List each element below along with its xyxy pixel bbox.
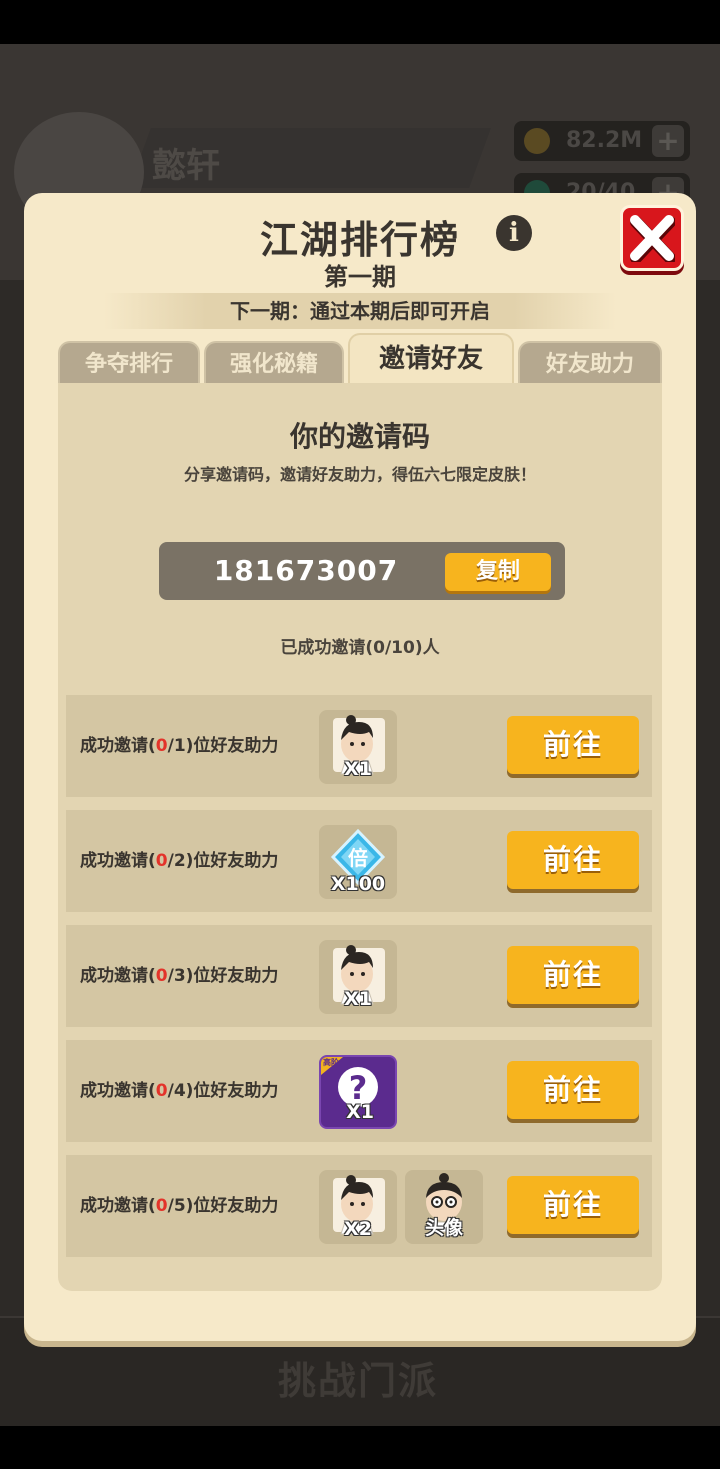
tab-enhance-manual[interactable]: 强化秘籍 [204, 341, 344, 385]
reward-quantity: X1 [344, 988, 372, 1010]
reward-quantity: X100 [330, 873, 386, 895]
challenge-sect-label: 挑战门派 [278, 1359, 439, 1403]
mystery-box-reward[interactable]: 高阶 ? X1 [319, 1055, 397, 1129]
avatar-frame-reward[interactable]: 头像 [405, 1170, 483, 1244]
coin-value: 82.2M [566, 128, 643, 153]
tab-friend-assist[interactable]: 好友助力 [518, 341, 662, 385]
reward-quantity: X1 [346, 1101, 374, 1123]
svg-text:倍: 倍 [348, 846, 368, 870]
invite-code-heading: 你的邀请码 [289, 420, 430, 453]
reward-row: 成功邀请(0/3)位好友助力 X1 前往 [66, 925, 652, 1027]
invite-panel: 你的邀请码 分享邀请码，邀请好友助力，得伍六七限定皮肤！ 181673007 复… [58, 383, 662, 1291]
add-coin-icon: + [652, 125, 684, 157]
info-icon[interactable]: i [496, 215, 532, 251]
reward-condition: 成功邀请(0/1)位好友助力 [80, 736, 279, 756]
reward-quantity: X1 [344, 758, 372, 780]
go-button[interactable]: 前往 [507, 716, 639, 774]
ranking-modal: 江湖排行榜 i 第一期 下一期：通过本期后即可开启 争夺排行 强化秘籍 邀请好友… [24, 193, 696, 1341]
tab-invite-friends[interactable]: 邀请好友 [348, 333, 514, 385]
copy-button[interactable]: 复制 [445, 553, 551, 591]
period-label: 第一期 [324, 263, 396, 291]
multiplier-gem-reward[interactable]: 倍 X100 [319, 825, 397, 899]
reward-condition: 成功邀请(0/5)位好友助力 [80, 1196, 279, 1216]
reward-row: 成功邀请(0/1)位好友助力 X1 前往 [66, 695, 652, 797]
tab-bar: 争夺排行 强化秘籍 邀请好友 好友助力 [58, 333, 662, 385]
invite-code-box: 181673007 复制 [159, 542, 565, 600]
close-icon [630, 215, 675, 262]
reward-row: 成功邀请(0/5)位好友助力 X2 头像 前往 [66, 1155, 652, 1257]
coin-counter: 82.2M + [514, 121, 690, 161]
next-period-banner: 下一期：通过本期后即可开启 [104, 293, 616, 329]
status-bar [0, 0, 720, 44]
reward-row: 成功邀请(0/4)位好友助力 高阶 ? X1 前往 [66, 1040, 652, 1142]
go-button[interactable]: 前往 [507, 1061, 639, 1119]
go-button[interactable]: 前往 [507, 946, 639, 1004]
invite-description: 分享邀请码，邀请好友助力，得伍六七限定皮肤！ [183, 465, 536, 484]
player-name: 懿轩 [152, 146, 220, 186]
go-button[interactable]: 前往 [507, 831, 639, 889]
hero-portrait-reward[interactable]: X2 [319, 1170, 397, 1244]
reward-condition: 成功邀请(0/4)位好友助力 [80, 1081, 279, 1101]
invited-count: 已成功邀请(0/10)人 [280, 638, 440, 658]
modal-title: 江湖排行榜 [259, 218, 460, 262]
reward-quantity: 头像 [424, 1217, 463, 1239]
reward-quantity: X2 [344, 1218, 372, 1240]
reward-row: 成功邀请(0/2)位好友助力 倍 X100 前往 [66, 810, 652, 912]
system-nav-bar [0, 1426, 720, 1469]
go-button[interactable]: 前往 [507, 1176, 639, 1234]
reward-condition: 成功邀请(0/3)位好友助力 [80, 966, 279, 986]
tab-ranking[interactable]: 争夺排行 [58, 341, 200, 385]
hero-portrait-reward[interactable]: X1 [319, 710, 397, 784]
coin-icon [524, 128, 550, 154]
invite-code-value: 181673007 [213, 554, 399, 587]
hero-portrait-reward[interactable]: X1 [319, 940, 397, 1014]
reward-condition: 成功邀请(0/2)位好友助力 [80, 851, 279, 871]
